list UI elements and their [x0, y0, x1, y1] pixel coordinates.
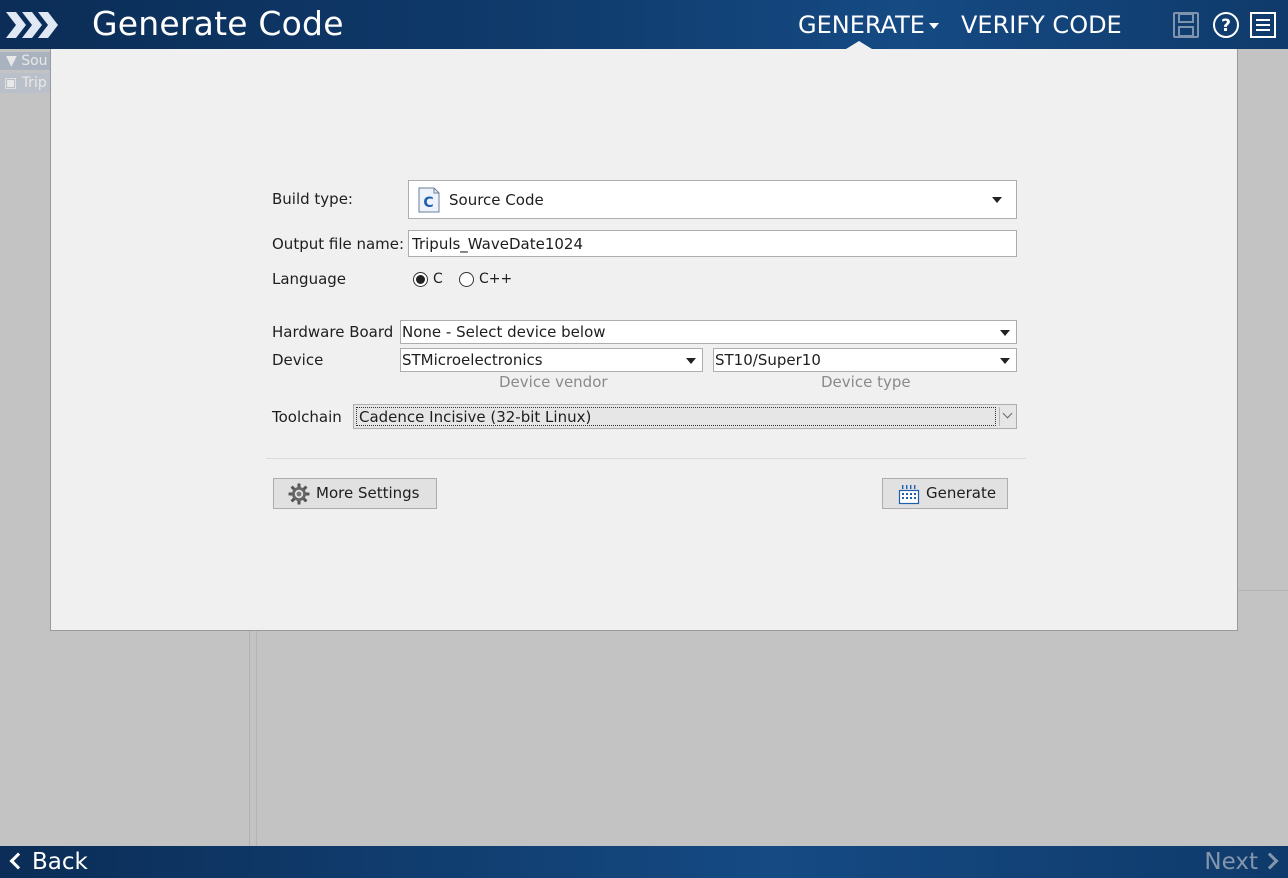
next-label: Next — [1204, 849, 1258, 875]
section-divider — [266, 458, 1026, 459]
language-label: Language — [272, 270, 347, 288]
tree-item-source[interactable]: ▼ Sou — [0, 52, 52, 70]
svg-text:C: C — [423, 195, 433, 211]
caret-down-icon — [928, 23, 939, 29]
language-cpp-label: C++ — [479, 271, 513, 287]
device-type-value: ST10/Super10 — [715, 351, 821, 369]
svg-text:?: ? — [1221, 16, 1231, 36]
tree-item-label: Trip — [21, 75, 47, 91]
toolchain-value: Cadence Incisive (32-bit Linux) — [359, 408, 592, 426]
back-button[interactable]: Back — [8, 846, 88, 878]
tree-item-label: Sou — [21, 53, 48, 69]
generate-label: Generate — [926, 484, 997, 502]
toolchain-label: Toolchain — [272, 408, 342, 426]
generate-button[interactable]: Generate — [882, 478, 1008, 509]
device-type-caption: Device type — [821, 373, 911, 391]
active-tab-indicator — [846, 41, 872, 49]
language-c-label: C — [433, 271, 443, 287]
toolchain-focus-box: Cadence Incisive (32-bit Linux) — [356, 407, 996, 426]
device-vendor-dropdown[interactable]: STMicroelectronics — [400, 348, 703, 372]
language-cpp-radio[interactable] — [459, 272, 474, 287]
build-type-dropdown[interactable]: C Source Code — [408, 180, 1017, 219]
more-settings-button[interactable]: More Settings — [273, 478, 437, 509]
chevron-right-icon — [1261, 852, 1279, 870]
build-type-label: Build type: — [272, 190, 353, 208]
c-source-file-icon: C — [418, 187, 440, 213]
tab-generate[interactable]: GENERATE — [798, 10, 939, 40]
more-settings-label: More Settings — [316, 484, 420, 502]
language-c-radio[interactable] — [413, 272, 428, 287]
hardware-board-value: None - Select device below — [402, 323, 606, 341]
next-button[interactable]: Next — [1204, 846, 1280, 878]
device-type-dropdown[interactable]: ST10/Super10 — [713, 348, 1017, 372]
device-vendor-value: STMicroelectronics — [402, 351, 543, 369]
wizard-footer: Back Next — [0, 846, 1288, 878]
device-vendor-caption: Device vendor — [499, 373, 608, 391]
dropdown-arrow-icon — [1000, 358, 1010, 364]
dropdown-arrow-icon — [1000, 330, 1010, 336]
help-icon[interactable]: ? — [1212, 11, 1240, 39]
device-label: Device — [272, 351, 324, 369]
wizard-chevrons-icon — [6, 12, 58, 38]
dropdown-arrow-icon — [992, 197, 1002, 203]
page-title: Generate Code — [92, 4, 344, 43]
gear-icon — [288, 483, 310, 505]
app-header: Generate Code GENERATE VERIFY CODE ? — [0, 0, 1288, 49]
tree-item-file[interactable]: ▣ Trip — [0, 73, 52, 93]
menu-icon[interactable] — [1249, 11, 1277, 39]
tab-generate-label: GENERATE — [798, 11, 925, 39]
generate-code-dialog: Build type: C Source Code Output file na… — [50, 49, 1238, 631]
chevron-down-icon — [1002, 408, 1013, 419]
build-type-value: Source Code — [449, 191, 544, 209]
tab-verify-code[interactable]: VERIFY CODE — [961, 10, 1122, 40]
dropdown-arrow-icon — [686, 358, 696, 364]
output-file-name-input[interactable] — [408, 230, 1017, 257]
back-label: Back — [32, 849, 88, 875]
save-icon[interactable] — [1172, 11, 1200, 39]
generate-code-icon — [898, 485, 920, 505]
toolchain-divider — [999, 407, 1000, 426]
output-file-name-label: Output file name: — [272, 235, 405, 253]
hardware-board-label: Hardware Board — [272, 323, 394, 341]
chevron-left-icon — [9, 852, 27, 870]
hardware-board-dropdown[interactable]: None - Select device below — [400, 320, 1017, 344]
toolchain-dropdown[interactable]: Cadence Incisive (32-bit Linux) — [353, 404, 1017, 429]
